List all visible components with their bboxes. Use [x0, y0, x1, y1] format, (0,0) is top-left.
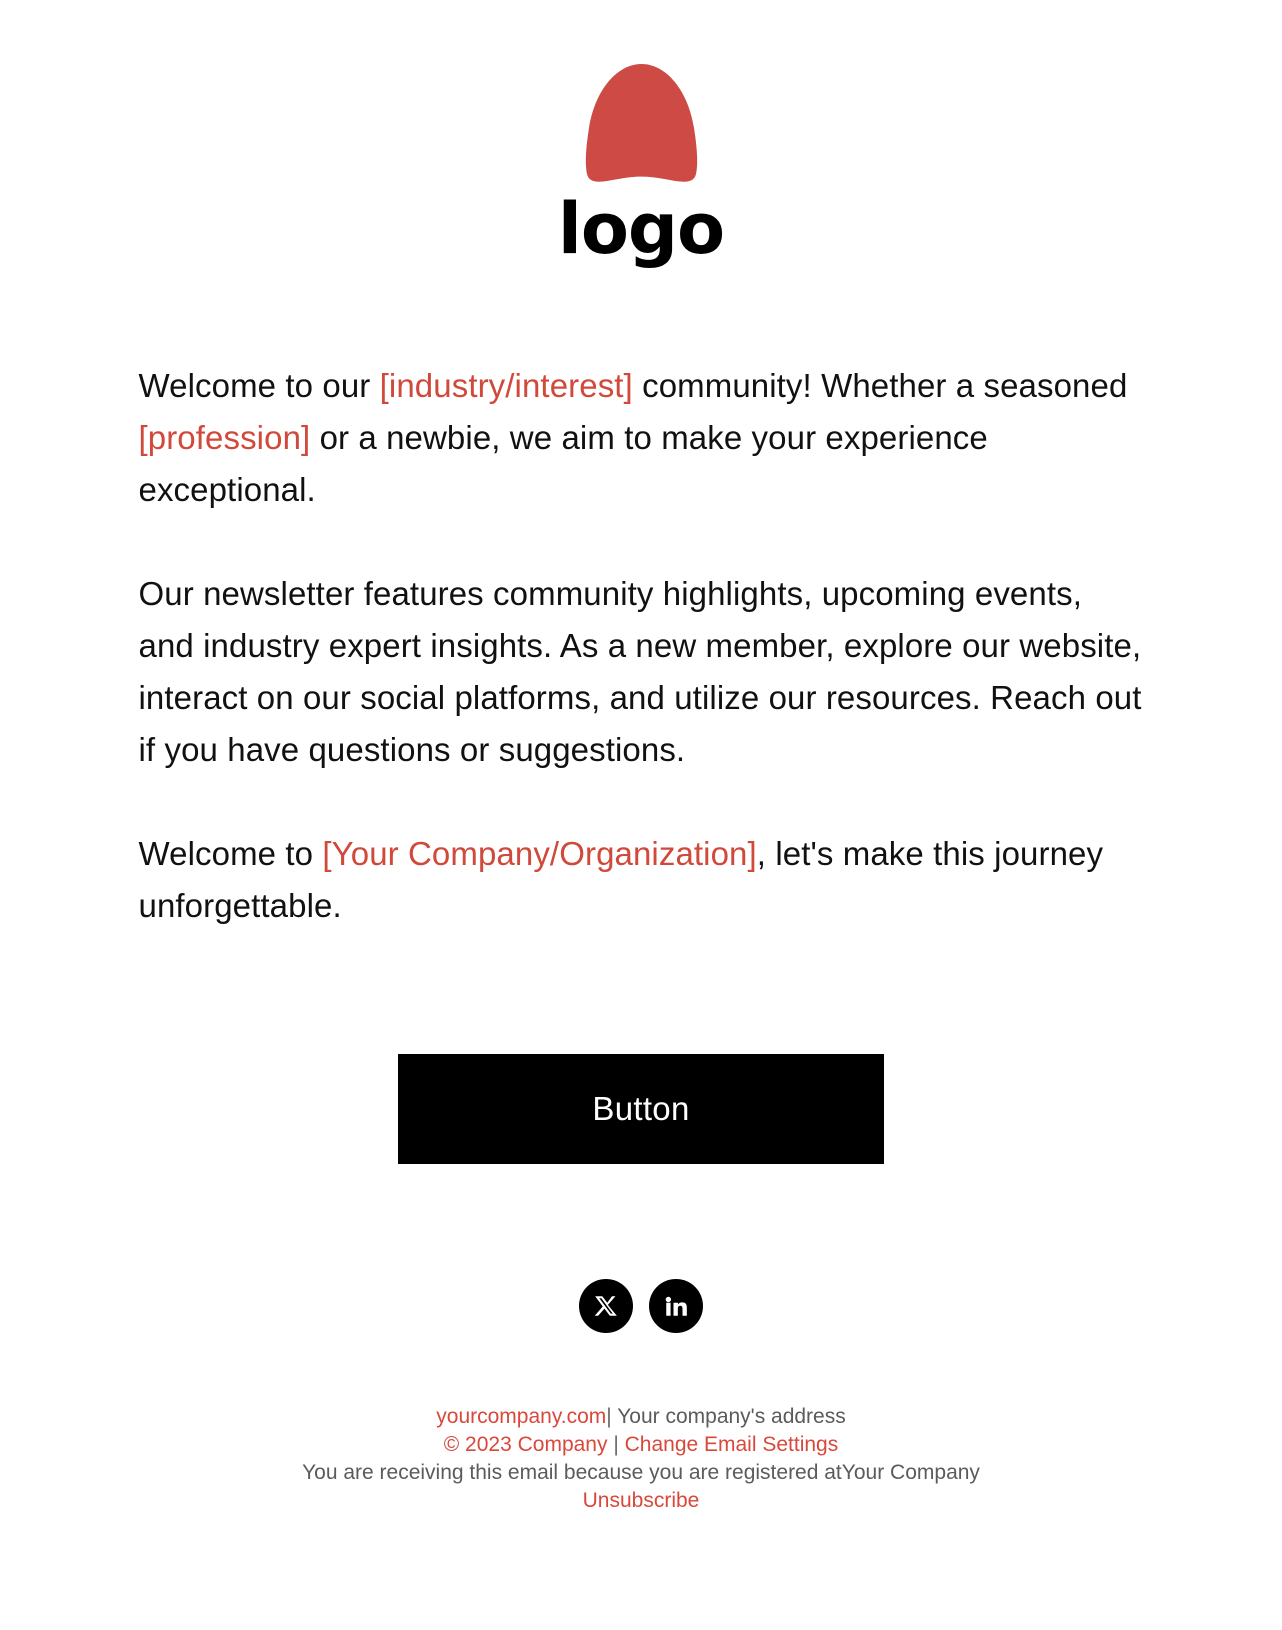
placeholder-profession: [profession]: [138, 419, 311, 456]
footer-line-copyright: © 2023 Company | Change Email Settings: [0, 1431, 1282, 1459]
p1-seg1: Welcome to our: [138, 367, 380, 404]
footer-line-notice: You are receiving this email because you…: [0, 1459, 1282, 1487]
cta-button[interactable]: Button: [398, 1054, 884, 1164]
cta-zone: Button: [0, 1054, 1282, 1164]
placeholder-company-organization: [Your Company/Organization]: [322, 835, 757, 872]
placeholder-industry-interest: [industry/interest]: [379, 367, 633, 404]
paragraph-welcome: Welcome to our [industry/interest] commu…: [139, 360, 1144, 516]
email-body: logo Welcome to our [industry/interest] …: [0, 0, 1282, 1630]
paragraph-closing: Welcome to [Your Company/Organization], …: [139, 828, 1144, 932]
email-footer: yourcompany.com| Your company's address …: [0, 1403, 1282, 1515]
paragraph-newsletter-features: Our newsletter features community highli…: [138, 575, 1142, 768]
footer-copyright: © 2023 Company: [443, 1433, 608, 1456]
p1-seg2: community! Whether a seasoned: [632, 367, 1128, 404]
footer-separator-2: |: [607, 1433, 625, 1456]
social-links: [579, 1279, 703, 1333]
logo-wordmark: logo: [557, 188, 725, 270]
footer-notice-company: Your Company: [841, 1461, 980, 1484]
p3-seg1: Welcome to: [138, 835, 323, 872]
change-email-settings-link[interactable]: Change Email Settings: [625, 1433, 839, 1456]
footer-line-website: yourcompany.com| Your company's address: [0, 1403, 1282, 1431]
x-twitter-icon[interactable]: [579, 1279, 633, 1333]
footer-address: Your company's address: [611, 1405, 846, 1428]
dome-logo-mark: [585, 64, 697, 182]
unsubscribe-link[interactable]: Unsubscribe: [583, 1489, 700, 1512]
footer-website-link[interactable]: yourcompany.com: [436, 1405, 606, 1428]
footer-line-unsubscribe: Unsubscribe: [0, 1487, 1282, 1515]
logo-block: logo: [0, 62, 1282, 264]
footer-notice-text: You are receiving this email because you…: [302, 1461, 842, 1484]
email-body-copy: Welcome to our [industry/interest] commu…: [139, 360, 1144, 932]
linkedin-icon[interactable]: [649, 1279, 703, 1333]
